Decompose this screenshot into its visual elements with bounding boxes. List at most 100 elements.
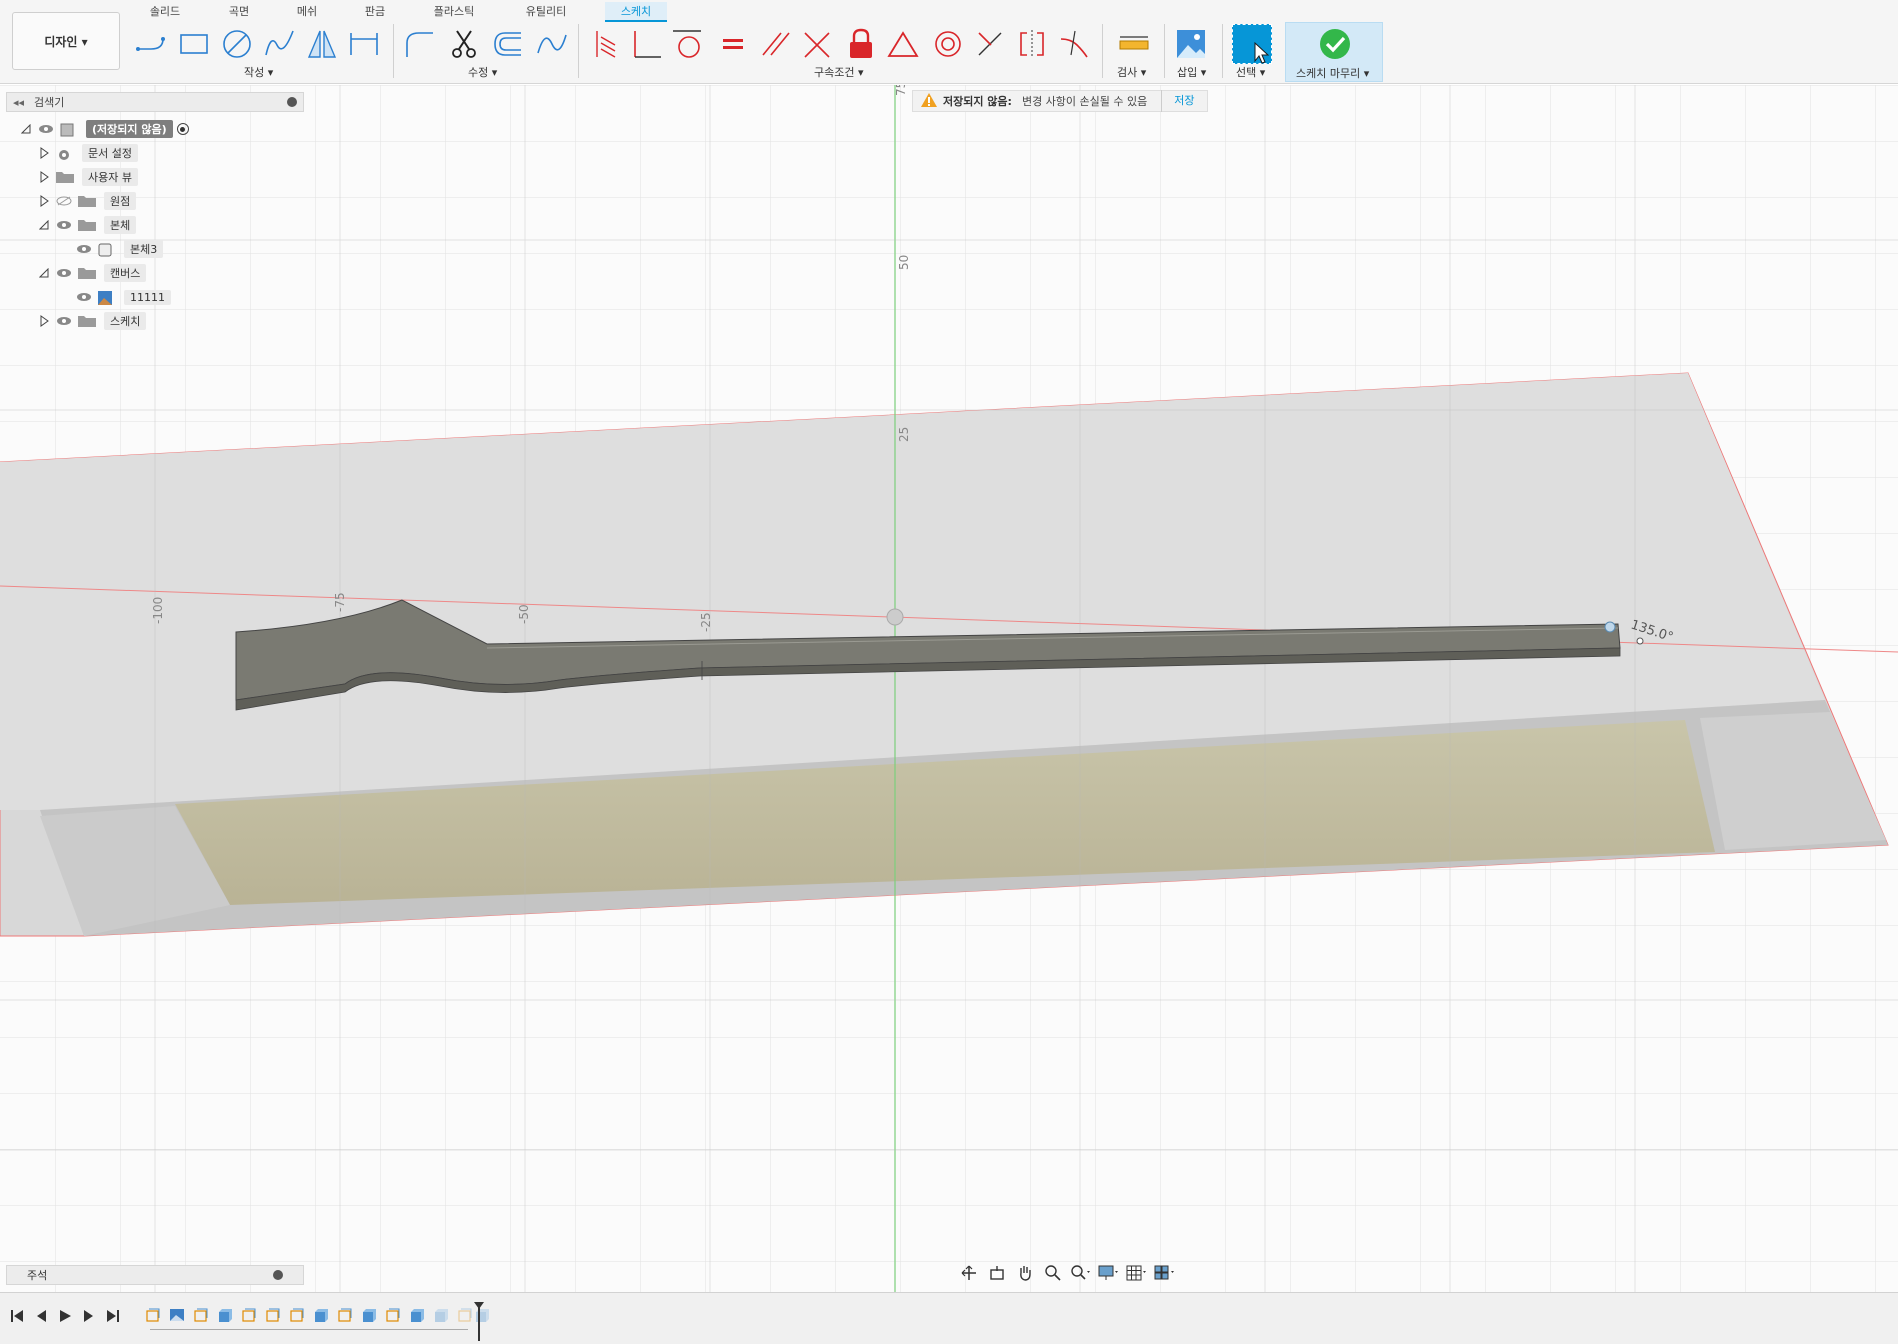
- spline-tool[interactable]: [262, 26, 298, 62]
- tree-item-canvas-image[interactable]: 11111: [76, 288, 171, 306]
- viewports-button[interactable]: [1154, 1264, 1176, 1282]
- expand-triangle-icon[interactable]: [38, 219, 50, 231]
- timeline-feature[interactable]: [143, 1305, 163, 1325]
- step-forward-icon: [84, 1310, 93, 1322]
- tree-item-bodies[interactable]: 본체: [38, 216, 137, 234]
- add-comment-icon[interactable]: [273, 1270, 283, 1280]
- zoom-button[interactable]: [1042, 1264, 1064, 1282]
- sketch-scale-tool[interactable]: [534, 26, 570, 62]
- eye-icon[interactable]: [56, 268, 72, 278]
- select-tool[interactable]: [1232, 24, 1272, 64]
- insert-menu[interactable]: 삽입 ▾: [1177, 64, 1206, 80]
- step-back-button[interactable]: [32, 1307, 50, 1325]
- timeline-feature[interactable]: [383, 1305, 403, 1325]
- constraints-menu[interactable]: 구속조건 ▾: [814, 64, 864, 80]
- display-settings-button[interactable]: [1098, 1264, 1120, 1282]
- tab-plastic[interactable]: 플라스틱: [424, 2, 484, 22]
- tree-item-named-views[interactable]: 사용자 뷰: [38, 168, 138, 186]
- timeline-feature[interactable]: [287, 1305, 307, 1325]
- pan-button[interactable]: [1014, 1264, 1036, 1282]
- tab-sketch[interactable]: 스케치: [605, 2, 667, 22]
- equal-tool[interactable]: [715, 26, 751, 62]
- tree-item-origin[interactable]: 원점: [38, 192, 137, 210]
- select-menu[interactable]: 선택 ▾: [1236, 64, 1265, 80]
- curvature-tool[interactable]: [1056, 26, 1092, 62]
- timeline-feature[interactable]: [359, 1305, 379, 1325]
- timeline-feature[interactable]: [215, 1305, 235, 1325]
- tab-utilities[interactable]: 유틸리티: [514, 2, 578, 22]
- expand-triangle-icon[interactable]: [38, 195, 50, 207]
- tab-mesh[interactable]: 메쉬: [282, 2, 332, 22]
- tree-root[interactable]: (저장되지 않음): [20, 120, 189, 138]
- create-menu[interactable]: 작성 ▾: [244, 64, 273, 80]
- eye-icon[interactable]: [38, 124, 54, 134]
- ruler-label-50: 50: [897, 255, 911, 270]
- eye-icon[interactable]: [56, 220, 72, 230]
- timeline-feature[interactable]: [167, 1305, 187, 1325]
- symmetry-line-tool[interactable]: [972, 26, 1008, 62]
- timeline-feature[interactable]: [311, 1305, 331, 1325]
- expand-triangle-icon[interactable]: [38, 315, 50, 327]
- save-link[interactable]: 저장: [1161, 90, 1206, 112]
- line-tool[interactable]: [134, 26, 170, 62]
- tab-solid[interactable]: 솔리드: [140, 2, 190, 22]
- insert-image-tool[interactable]: [1173, 26, 1209, 62]
- timeline-feature-suppressed[interactable]: [431, 1305, 451, 1325]
- collinear-tool[interactable]: [800, 26, 836, 62]
- measure-tool[interactable]: [1116, 26, 1152, 62]
- tab-surface[interactable]: 곡면: [214, 2, 264, 22]
- trim-tool[interactable]: [446, 26, 482, 62]
- fit-button[interactable]: [1070, 1264, 1092, 1282]
- timeline-marker[interactable]: [473, 1301, 485, 1341]
- expand-triangle-icon[interactable]: [38, 267, 50, 279]
- fillet-tool[interactable]: [402, 26, 438, 62]
- orbit-button[interactable]: [958, 1264, 980, 1282]
- expand-triangle-icon[interactable]: [38, 147, 50, 159]
- concentric-tool[interactable]: [930, 26, 966, 62]
- finish-sketch-button[interactable]: 스케치 마무리 ▾: [1285, 22, 1383, 82]
- fix-tool[interactable]: [843, 26, 879, 62]
- expand-triangle-icon[interactable]: [38, 171, 50, 183]
- tangent-tool[interactable]: [670, 26, 706, 62]
- go-to-start-button[interactable]: [8, 1307, 26, 1325]
- tree-item-document-settings[interactable]: 문서 설정: [38, 144, 138, 162]
- tab-sheet-metal[interactable]: 판금: [350, 2, 400, 22]
- eye-hidden-icon[interactable]: [56, 196, 72, 206]
- parallel-tool[interactable]: [758, 26, 794, 62]
- origin-point[interactable]: [886, 608, 904, 626]
- go-to-end-button[interactable]: [104, 1307, 122, 1325]
- timeline-feature[interactable]: [191, 1305, 211, 1325]
- tree-item-sketches[interactable]: 스케치: [38, 312, 147, 330]
- grid-settings-button[interactable]: [1126, 1264, 1148, 1282]
- inspect-menu[interactable]: 검사 ▾: [1117, 64, 1146, 80]
- symmetric-tool[interactable]: [1014, 26, 1050, 62]
- tree-item-body3[interactable]: 본체3: [76, 240, 164, 258]
- comments-panel[interactable]: 주석: [6, 1265, 304, 1285]
- midpoint-tool[interactable]: [885, 26, 921, 62]
- play-button[interactable]: [56, 1307, 74, 1325]
- eye-icon[interactable]: [76, 244, 92, 254]
- step-forward-button[interactable]: [80, 1307, 98, 1325]
- timeline-feature[interactable]: [407, 1305, 427, 1325]
- mirror-tool[interactable]: [304, 26, 340, 62]
- eye-icon[interactable]: [56, 316, 72, 326]
- expand-triangle-icon[interactable]: [20, 123, 32, 135]
- perpendicular-tool[interactable]: [628, 26, 664, 62]
- workspace-switcher[interactable]: 디자인 ▾: [12, 12, 120, 70]
- look-at-button[interactable]: [986, 1264, 1008, 1282]
- timeline-feature[interactable]: [263, 1305, 283, 1325]
- eye-icon[interactable]: [76, 292, 92, 302]
- circle-tool[interactable]: [219, 26, 255, 62]
- timeline-feature[interactable]: [239, 1305, 259, 1325]
- timeline-feature[interactable]: [335, 1305, 355, 1325]
- panel-menu-icon[interactable]: [287, 97, 297, 107]
- offset-tool[interactable]: [490, 26, 526, 62]
- dimension-tool[interactable]: [346, 26, 382, 62]
- active-radio-icon[interactable]: [176, 123, 189, 135]
- modify-menu[interactable]: 수정 ▾: [468, 64, 497, 80]
- coincident-tool[interactable]: [588, 26, 624, 62]
- tree-item-canvases[interactable]: 캔버스: [38, 264, 147, 282]
- viewport-canvas[interactable]: 75 50 25 -100 -75 -50 -25 135.0°: [0, 85, 1898, 1292]
- collapse-panel-icon[interactable]: ◂◂: [13, 96, 24, 109]
- rectangle-tool[interactable]: [176, 26, 212, 62]
